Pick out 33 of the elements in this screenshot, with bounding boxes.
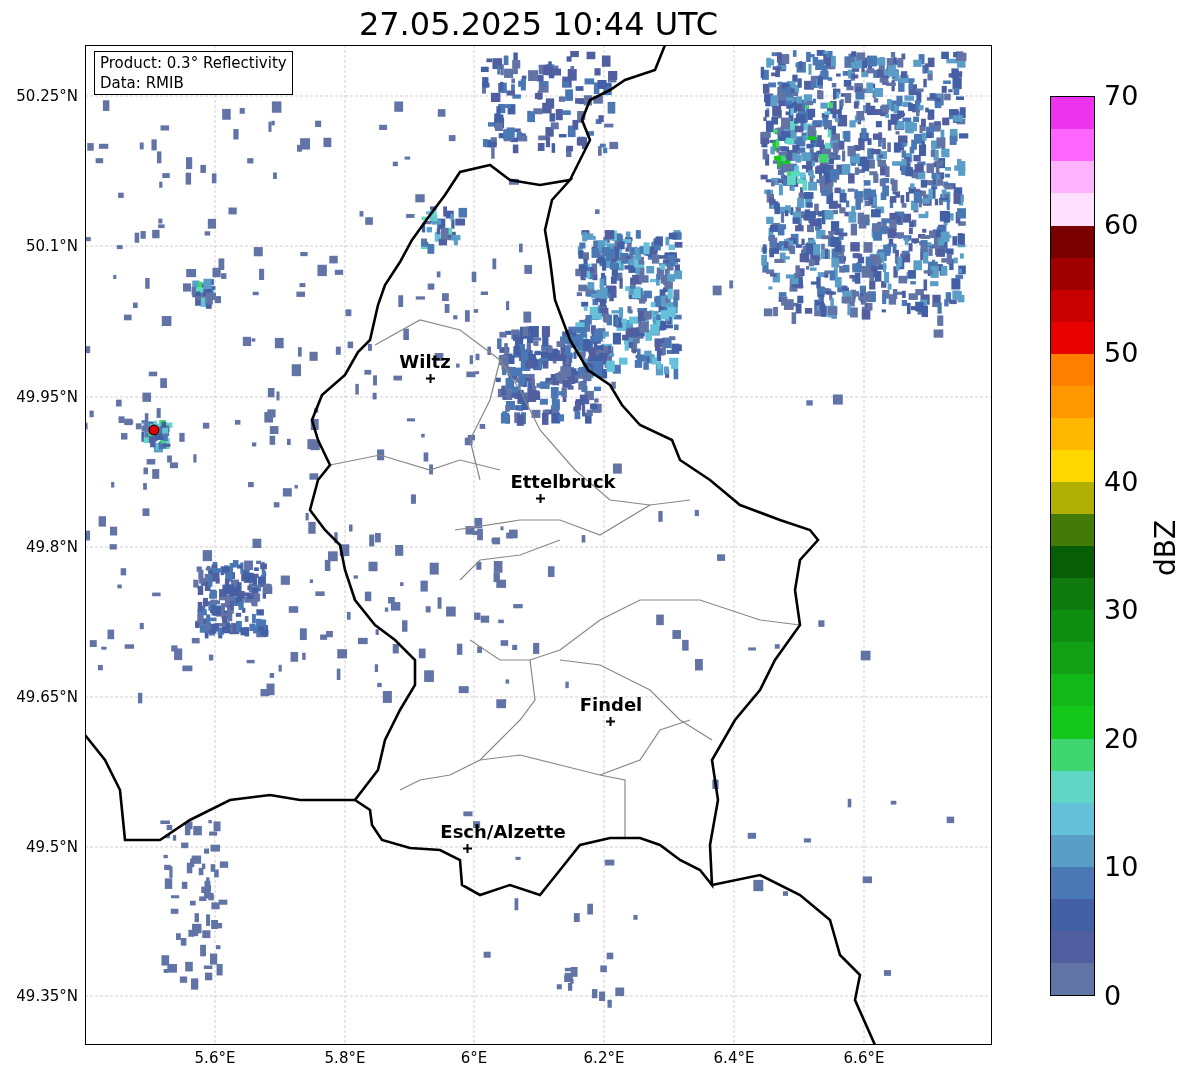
axis-label: 49.5°N [25,838,78,856]
city-marker-icon [463,844,472,853]
axis-label: 49.95°N [16,388,78,406]
colorbar-tick-label: 40 [1104,466,1139,497]
axis-label: 50.1°N [25,237,78,255]
city-label: Wiltz [399,352,451,372]
axis-label: 49.65°N [16,688,78,706]
colorbar-tick-label: 0 [1104,981,1122,1011]
colorbar-tick-label: 70 [1104,81,1139,111]
city-marker-icon [606,717,615,726]
city-label: Findel [579,695,643,715]
city-marker-icon [426,374,435,383]
colorbar-label: dBZ [1150,519,1183,577]
colorbar-tick-label: 10 [1104,852,1139,883]
axis-label: 49.8°N [25,538,78,556]
info-text: Data: RMIB [100,73,185,93]
city-marker-icon [536,494,545,503]
colorbar-tick-label: 60 [1104,209,1139,240]
axis-label: 49.35°N [16,987,78,1005]
axis-label: 6.6°E [843,1049,885,1067]
colorbar-tick-label: 50 [1104,338,1139,369]
axis-label: 5.8°E [324,1049,366,1067]
city-label: Esch/Alzette [440,822,566,842]
axis-label: 6°E [460,1049,488,1067]
axis-label: 50.25°N [16,87,78,105]
colorbar-tick-label: 30 [1104,595,1139,626]
axis-label: 6.2°E [583,1049,625,1067]
info-text: Product: 0.3° Reflectivity [100,53,287,73]
colorbar-tick-label: 20 [1104,723,1139,754]
chart-title: 27.05.2025 10:44 UTC [357,4,720,44]
axis-label: 5.6°E [194,1049,236,1067]
city-label: Ettelbruck [510,472,616,492]
axis-label: 6.4°E [713,1049,755,1067]
